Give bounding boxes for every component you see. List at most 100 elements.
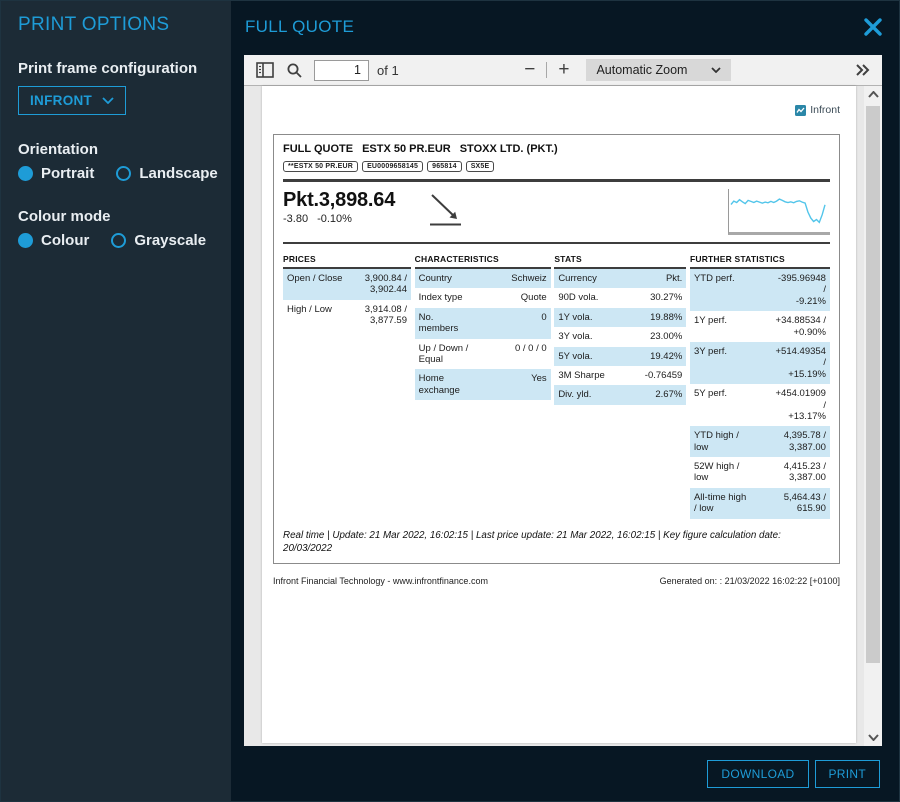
- quote-table: PRICES Open / Close 3,900.84 / 3,902.44 Hig…: [283, 251, 830, 519]
- page-count-label: of 1: [377, 63, 399, 78]
- infront-logo-icon: [795, 105, 806, 116]
- table-row: Index type Quote: [415, 288, 551, 307]
- quote-issuer: STOXX LTD. (PKT.): [460, 143, 558, 155]
- price-row: Pkt.3,898.64 -3.80 -0.10%: [283, 189, 830, 235]
- table-row: YTD perf.-395.96948 / -9.21%: [690, 269, 830, 311]
- radio-grayscale[interactable]: Grayscale: [111, 232, 206, 249]
- scroll-down-icon[interactable]: [864, 729, 882, 746]
- radio-grayscale-icon: [111, 233, 126, 248]
- row-value: 3,900.84 / 3,902.44: [365, 273, 407, 296]
- row-value: +514.49354 / +15.19%: [776, 346, 826, 380]
- radio-portrait[interactable]: Portrait: [18, 165, 94, 182]
- quote-symbol: ESTX 50 PR.EUR: [362, 143, 451, 155]
- row-label: Index type: [419, 292, 463, 303]
- dialog-footer: DOWNLOAD PRINT: [231, 746, 899, 801]
- radio-colour-icon: [18, 233, 33, 248]
- row-label: 3Y perf.: [694, 346, 727, 380]
- table-column: PRICES Open / Close 3,900.84 / 3,902.44 Hig…: [283, 251, 411, 519]
- zoom-in-icon[interactable]: +: [553, 61, 574, 79]
- sidebar-toggle-icon[interactable]: [253, 59, 277, 81]
- row-label: 1Y perf.: [694, 315, 727, 338]
- zoom-out-icon[interactable]: −: [519, 61, 540, 79]
- row-label: Home exchange: [419, 373, 460, 396]
- row-label: 5Y vola.: [558, 351, 592, 362]
- row-value: 0: [541, 312, 546, 335]
- print-button[interactable]: PRINT: [815, 760, 881, 788]
- price-sparkline: [728, 189, 830, 235]
- zoom-level-select[interactable]: Automatic Zoom: [586, 59, 731, 81]
- radio-portrait-icon: [18, 166, 33, 181]
- table-row: 5Y vola.19.42%: [554, 347, 686, 366]
- print-options-sidebar: PRINT OPTIONS Print frame configuration …: [1, 1, 231, 801]
- row-value: +34.88534 / +0.90%: [776, 315, 826, 338]
- table-row: 52W high / low4,415.23 / 3,387.00: [690, 457, 830, 488]
- radio-colour-label: Colour: [41, 232, 89, 249]
- table-row: 3M Sharpe-0.76459: [554, 366, 686, 385]
- row-value: 23.00%: [650, 331, 682, 342]
- table-row: 5Y perf.+454.01909 / +13.17%: [690, 384, 830, 426]
- row-label: Div. yld.: [558, 389, 591, 400]
- table-row: Open / Close 3,900.84 / 3,902.44: [283, 269, 411, 300]
- row-value: 2.67%: [655, 389, 682, 400]
- row-value: 19.88%: [650, 312, 682, 323]
- table-row: No. members 0: [415, 308, 551, 339]
- table-column: FURTHER STATISTICSYTD perf.-395.96948 / …: [690, 251, 830, 519]
- symbol-chip: EU0009658145: [362, 161, 423, 172]
- price-change: -3.80 -0.10%: [283, 213, 395, 225]
- row-label: 3M Sharpe: [558, 370, 604, 381]
- orientation-radio-group: Portrait Landscape: [18, 165, 214, 182]
- dialog-main: FULL QUOTE of 1 − + Auto: [231, 1, 899, 801]
- quote-box: FULL QUOTE ESTX 50 PR.EUR STOXX LTD. (PK…: [273, 134, 840, 564]
- symbol-chip: 965814: [427, 161, 462, 172]
- search-icon[interactable]: [283, 59, 306, 82]
- scrollbar-thumb[interactable]: [866, 106, 880, 663]
- column-header: PRICES: [283, 251, 411, 269]
- radio-portrait-label: Portrait: [41, 165, 94, 182]
- row-label: Currency: [558, 273, 597, 284]
- row-label: No. members: [419, 312, 459, 335]
- download-button[interactable]: DOWNLOAD: [707, 760, 808, 788]
- scrollbar-track[interactable]: [864, 103, 882, 729]
- vertical-scrollbar[interactable]: [864, 86, 882, 746]
- symbol-chip: SX5E: [466, 161, 495, 172]
- brand-row: Infront: [273, 104, 840, 116]
- row-label: High / Low: [287, 304, 332, 327]
- row-value: 30.27%: [650, 292, 682, 303]
- row-value: 3,914.08 / 3,877.59: [365, 304, 407, 327]
- quote-title: FULL QUOTE: [283, 143, 353, 155]
- table-row: CurrencyPkt.: [554, 269, 686, 288]
- toolbar-divider: [546, 62, 547, 78]
- table-row: 1Y vola. 19.88%: [554, 308, 686, 327]
- row-label: All-time high / low: [694, 492, 746, 515]
- table-row: Home exchange Yes: [415, 369, 551, 400]
- pdf-viewer-block: of 1 − + Automatic Zoom: [244, 55, 882, 746]
- brand-name: Infront: [810, 104, 840, 116]
- column-header: STATS: [554, 251, 686, 269]
- radio-landscape[interactable]: Landscape: [116, 165, 217, 182]
- dialog-title: FULL QUOTE: [245, 17, 354, 37]
- table-row: High / Low 3,914.08 / 3,877.59: [283, 300, 411, 331]
- page-number-input[interactable]: [314, 60, 369, 81]
- radio-colour[interactable]: Colour: [18, 232, 89, 249]
- row-label: 90D vola.: [558, 292, 598, 303]
- row-value: 5,464.43 / 615.90: [784, 492, 826, 515]
- table-column: CHARACTERISTICSCountrySchweizIndex typeQ…: [415, 251, 551, 519]
- frame-config-value: INFRONT: [30, 93, 92, 108]
- row-value: Quote: [521, 292, 547, 303]
- table-row: CountrySchweiz: [415, 269, 551, 288]
- change-percent: -0.10%: [317, 213, 352, 225]
- toolbar-more-icon[interactable]: [852, 61, 873, 79]
- frame-config-dropdown[interactable]: INFRONT: [18, 86, 126, 115]
- table-row: 90D vola. 30.27%: [554, 288, 686, 307]
- row-value: Yes: [531, 373, 547, 396]
- scroll-up-icon[interactable]: [864, 86, 882, 103]
- row-label: 1Y vola.: [558, 312, 592, 323]
- orientation-label: Orientation: [18, 141, 214, 158]
- row-label: 3Y vola.: [558, 331, 592, 342]
- close-icon[interactable]: [864, 18, 882, 36]
- quote-title-row: FULL QUOTE ESTX 50 PR.EUR STOXX LTD. (PK…: [283, 143, 830, 155]
- colour-mode-label: Colour mode: [18, 208, 214, 225]
- row-value: 4,395.78 / 3,387.00: [784, 430, 826, 453]
- chevron-down-icon: [102, 97, 114, 104]
- row-label: Open / Close: [287, 273, 342, 296]
